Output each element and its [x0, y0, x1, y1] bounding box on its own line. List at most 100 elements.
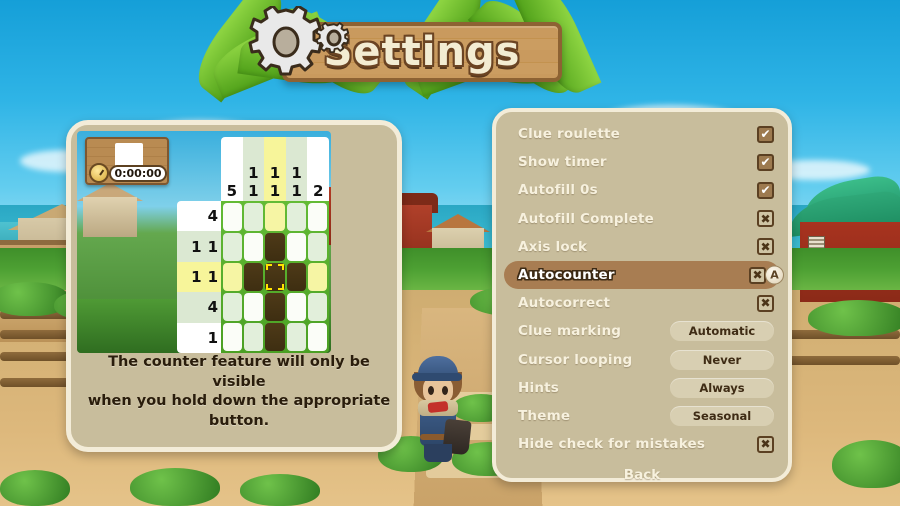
- checkbox-crossed-icon[interactable]: ✖: [757, 435, 774, 453]
- clue-number: 5: [226, 182, 238, 200]
- player-character: [408, 356, 472, 466]
- setting-row-autofill-complete[interactable]: Autofill Complete ✖: [496, 205, 788, 233]
- puzzle-cell[interactable]: [244, 203, 264, 231]
- setting-label: Cursor looping: [518, 351, 633, 368]
- clue-number: 1: [248, 164, 259, 182]
- checkbox-crossed-icon[interactable]: ✖: [749, 266, 766, 284]
- clue-number: 1: [269, 164, 281, 182]
- puzzle-cell[interactable]: [286, 233, 306, 261]
- puzzle-grid[interactable]: [221, 201, 329, 353]
- checkbox-crossed-icon[interactable]: ✖: [757, 294, 774, 312]
- setting-row-clue-roulette[interactable]: Clue roulette ✔: [496, 120, 788, 148]
- clue-number: 1: [248, 182, 259, 200]
- bush: [832, 440, 900, 488]
- caption-line-1: The counter feature will only be visible: [108, 354, 370, 390]
- checkbox-checked-icon[interactable]: ✔: [757, 153, 774, 171]
- row-clue: 1: [177, 323, 221, 353]
- row-clue: 4: [177, 292, 221, 323]
- setting-row-show-timer[interactable]: Show timer ✔: [496, 148, 788, 176]
- puzzle-cell[interactable]: [286, 263, 306, 291]
- puzzle-cell[interactable]: [223, 203, 243, 231]
- checkbox-crossed-icon[interactable]: ✖: [757, 210, 774, 228]
- puzzle-cell[interactable]: [223, 323, 243, 351]
- setting-row-axis-lock[interactable]: Axis lock ✖: [496, 233, 788, 261]
- setting-label: Autocounter: [518, 267, 615, 284]
- setting-row-hide-check-for-mistakes[interactable]: Hide check for mistakes ✖: [496, 430, 788, 458]
- row-clue: 11: [177, 261, 221, 293]
- timer-card: 0:00:00: [85, 137, 169, 185]
- setting-label: Hints: [518, 379, 560, 396]
- checkbox-checked-icon[interactable]: ✔: [757, 181, 774, 199]
- puzzle-cell[interactable]: [265, 203, 285, 231]
- timer-readout: 0:00:00: [109, 165, 167, 182]
- puzzle-cell[interactable]: [307, 203, 327, 231]
- gear-icon: [246, 4, 356, 80]
- preview-house: [83, 197, 137, 237]
- cursor-corner: [266, 284, 273, 290]
- clock-hand: [99, 169, 105, 176]
- setting-label: Autofill Complete: [518, 210, 654, 227]
- cursor-corner: [277, 284, 284, 290]
- puzzle-cell[interactable]: [307, 233, 327, 261]
- clue-number: 1: [207, 328, 218, 347]
- back-button[interactable]: Back: [496, 467, 788, 483]
- puzzle-cell[interactable]: [265, 323, 285, 351]
- character-legs: [424, 444, 452, 462]
- setting-row-cursor-looping[interactable]: Cursor looping Never: [496, 346, 788, 374]
- clue-number: 1: [207, 237, 218, 256]
- puzzle-cell[interactable]: [307, 323, 327, 351]
- setting-row-clue-marking[interactable]: Clue marking Automatic: [496, 317, 788, 345]
- puzzle-cell[interactable]: [286, 293, 306, 321]
- checkbox-checked-icon[interactable]: ✔: [757, 125, 774, 143]
- clue-number: 2: [312, 182, 324, 200]
- bush: [0, 470, 70, 506]
- setting-label: Clue marking: [518, 323, 622, 340]
- puzzle-cell[interactable]: [244, 263, 264, 291]
- setting-select[interactable]: Never: [670, 349, 774, 370]
- row-clue: 11: [177, 231, 221, 262]
- setting-select[interactable]: Seasonal: [670, 405, 774, 426]
- puzzle-cell[interactable]: [223, 263, 243, 291]
- clue-number: 1: [291, 164, 302, 182]
- puzzle-cell[interactable]: [307, 263, 327, 291]
- game-screen: Settings 0:00:00 5 1 1 1 1 1 1 2 4 1 1 1…: [0, 0, 900, 506]
- setting-label: Theme: [518, 407, 571, 424]
- setting-row-autocounter[interactable]: Autocounter ✖ A: [504, 260, 784, 290]
- puzzle-cell[interactable]: [244, 293, 264, 321]
- clue-number: 4: [207, 207, 218, 226]
- puzzle-cell[interactable]: [265, 293, 285, 321]
- character-eye: [428, 386, 434, 395]
- puzzle-cell[interactable]: [244, 233, 264, 261]
- puzzle-cell[interactable]: [286, 203, 306, 231]
- row-clue: 4: [177, 201, 221, 231]
- puzzle-cell[interactable]: [307, 293, 327, 321]
- setting-row-autofill-0s[interactable]: Autofill 0s ✔: [496, 176, 788, 204]
- setting-row-hints[interactable]: Hints Always: [496, 374, 788, 402]
- row-clues: 4111141: [177, 201, 221, 353]
- puzzle-cell[interactable]: [286, 323, 306, 351]
- caption-line-2: when you hold down the appropriate butto…: [87, 393, 391, 429]
- puzzle-cell[interactable]: [223, 233, 243, 261]
- puzzle-preview: 0:00:00 51111112 4111141: [77, 131, 331, 353]
- setting-select[interactable]: Automatic: [670, 321, 774, 342]
- puzzle-cell[interactable]: [265, 233, 285, 261]
- checkbox-crossed-icon[interactable]: ✖: [757, 238, 774, 256]
- puzzle-cell[interactable]: [265, 263, 285, 291]
- puzzle-cell[interactable]: [244, 323, 264, 351]
- preview-caption: The counter feature will only be visible…: [81, 353, 397, 431]
- setting-row-autocorrect[interactable]: Autocorrect ✖: [496, 289, 788, 317]
- setting-label: Show timer: [518, 154, 607, 171]
- bush: [130, 468, 220, 506]
- column-clue: 11: [285, 137, 308, 201]
- puzzle-cell[interactable]: [223, 293, 243, 321]
- clue-number: 1: [207, 268, 218, 287]
- column-clue: 11: [264, 137, 286, 201]
- setting-label: Autocorrect: [518, 295, 611, 312]
- clue-number: 1: [191, 237, 202, 256]
- column-clue: 5: [221, 137, 243, 201]
- setting-select[interactable]: Always: [670, 377, 774, 398]
- setting-row-theme[interactable]: Theme Seasonal: [496, 402, 788, 430]
- setting-label: Axis lock: [518, 238, 588, 255]
- cursor-corner: [277, 264, 284, 270]
- preview-panel: 0:00:00 51111112 4111141 The counter fea…: [66, 120, 402, 452]
